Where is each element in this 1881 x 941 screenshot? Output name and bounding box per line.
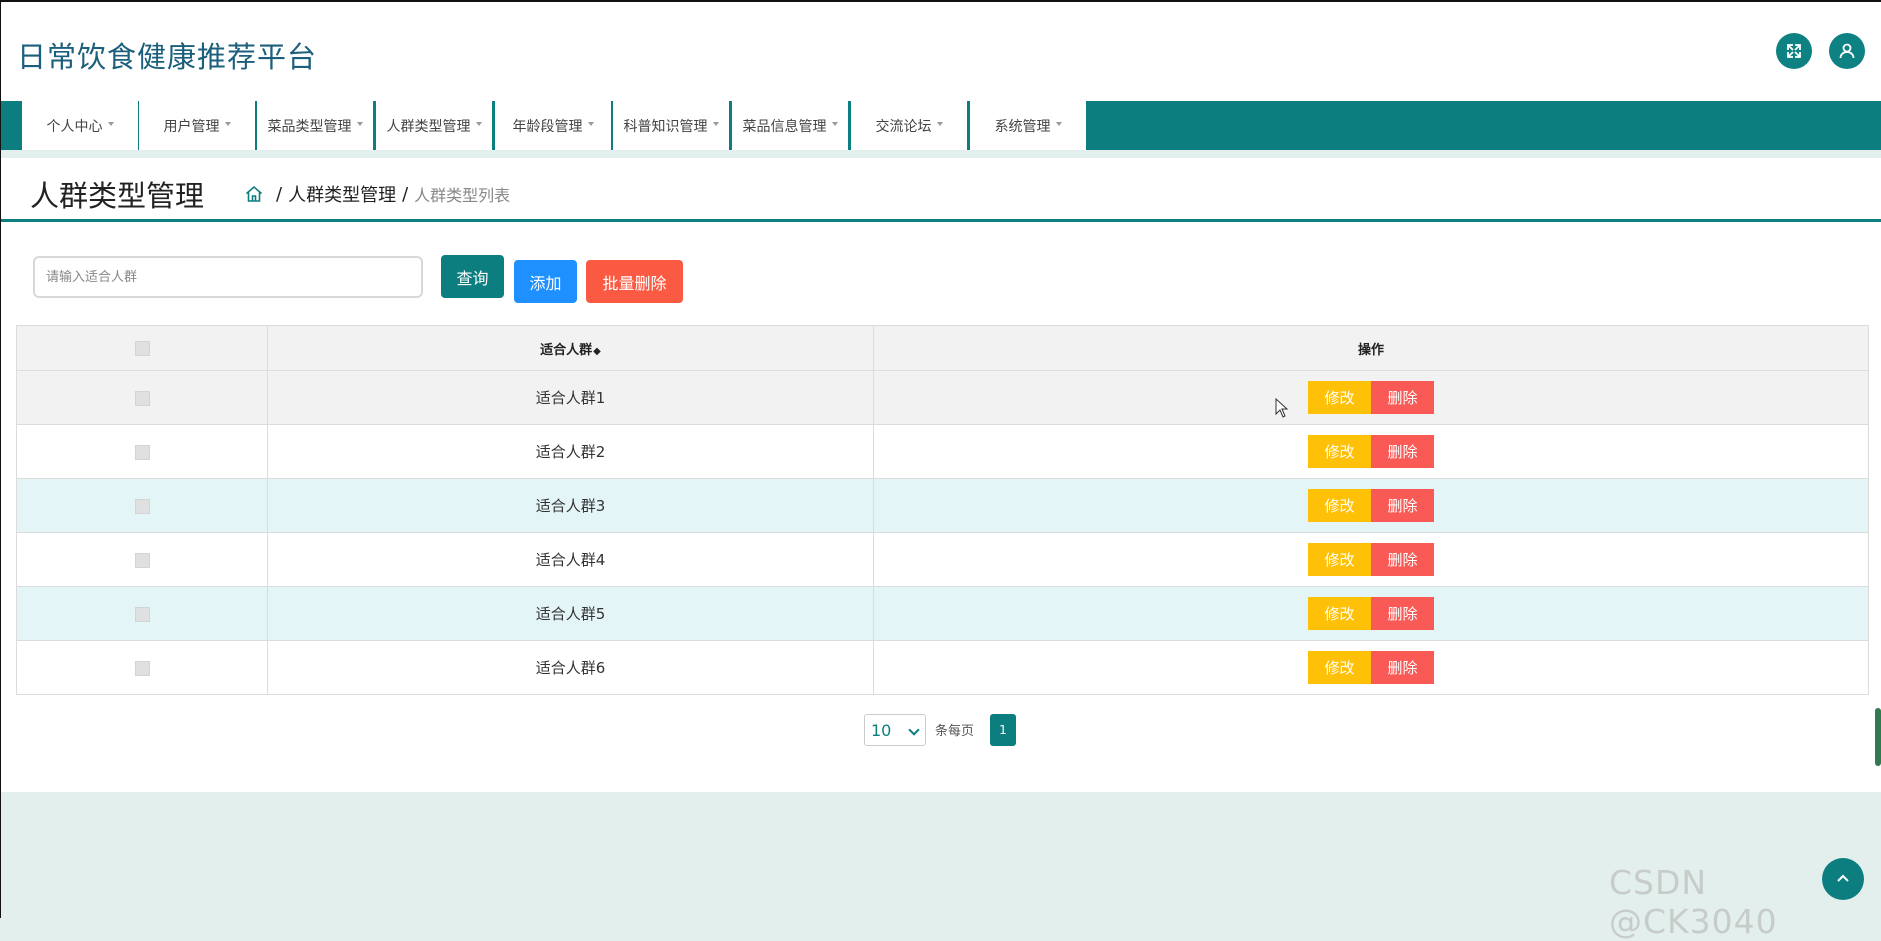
app-title: 日常饮食健康推荐平台 (17, 40, 318, 74)
arrow-up-icon (1837, 874, 1849, 882)
edit-button[interactable]: 修改 (1308, 651, 1371, 684)
row-actions: 修改 删除 (873, 532, 1869, 587)
row-checkbox[interactable] (134, 552, 150, 568)
caret-down-icon (831, 121, 838, 126)
caret-down-icon (356, 121, 363, 126)
row-checkbox[interactable] (134, 444, 150, 460)
row-select-cell (16, 532, 268, 587)
delete-button[interactable]: 删除 (1371, 597, 1434, 630)
delete-button[interactable]: 删除 (1371, 435, 1434, 468)
row-name: 适合人群2 (267, 424, 874, 479)
back-to-top-button[interactable] (1822, 858, 1864, 900)
batch-delete-button[interactable]: 批量删除 (586, 260, 683, 303)
caret-down-icon (587, 121, 594, 126)
nav-spacer (0, 150, 1881, 158)
delete-button[interactable]: 删除 (1371, 489, 1434, 522)
fullscreen-button[interactable] (1776, 33, 1812, 69)
caret-down-icon (475, 121, 482, 126)
page-title: 人群类型管理 (30, 179, 205, 213)
breadcrumb-separator: / (276, 183, 283, 205)
actions-column-header: 操作 (873, 325, 1869, 371)
nav-item-personal-center[interactable]: 个人中心 (22, 101, 139, 150)
breadcrumb-current: 人群类型列表 (414, 186, 511, 205)
nav-item-forum[interactable]: 交流论坛 (851, 101, 968, 150)
nav-item-science-knowledge-management[interactable]: 科普知识管理 (613, 101, 730, 150)
sort-icon[interactable]: ◆ (593, 346, 601, 357)
breadcrumb: / 人群类型管理 / 人群类型列表 (244, 181, 510, 207)
caret-down-icon (712, 121, 719, 126)
title-divider (0, 219, 1881, 222)
row-name: 适合人群3 (267, 478, 874, 533)
table-row: 适合人群4 修改 删除 (16, 532, 1869, 587)
chevron-down-icon (908, 724, 920, 736)
table-row: 适合人群2 修改 删除 (16, 424, 1869, 479)
top-header: 日常饮食健康推荐平台 (0, 0, 1881, 101)
edit-button[interactable]: 修改 (1308, 597, 1371, 630)
user-icon (1839, 43, 1855, 59)
crowd-type-table: 适合人群◆ 操作 适合人群1 修改 删除 适合人群2 修改 删除 适合人群3 修改删… (16, 325, 1869, 695)
row-name: 适合人群1 (267, 370, 874, 425)
edit-button[interactable]: 修改 (1308, 543, 1371, 576)
row-checkbox[interactable] (134, 390, 150, 406)
table-row: 适合人群3 修改 删除 (16, 478, 1869, 533)
select-all-checkbox[interactable] (134, 340, 150, 356)
row-select-cell (16, 640, 268, 695)
row-actions: 修改 删除 (873, 586, 1869, 641)
caret-down-icon (224, 121, 231, 126)
nav-item-crowd-type-management[interactable]: 人群类型管理 (376, 101, 493, 150)
row-actions: 修改 删除 (873, 640, 1869, 695)
row-checkbox[interactable] (134, 498, 150, 514)
edit-button[interactable]: 修改 (1308, 381, 1371, 414)
name-column-header[interactable]: 适合人群◆ (267, 325, 874, 371)
user-profile-button[interactable] (1829, 33, 1865, 69)
row-checkbox[interactable] (134, 660, 150, 676)
home-icon[interactable] (244, 184, 264, 204)
table-row: 适合人群5 修改 删除 (16, 586, 1869, 641)
delete-button[interactable]: 删除 (1371, 543, 1434, 576)
table-header-row: 适合人群◆ 操作 (16, 325, 1869, 371)
caret-down-icon (107, 121, 114, 126)
row-select-cell (16, 424, 268, 479)
mouse-cursor-icon (1275, 398, 1289, 418)
page-size-select[interactable]: 10 (864, 714, 926, 746)
edit-button[interactable]: 修改 (1308, 435, 1371, 468)
nav-item-dish-type-management[interactable]: 菜品类型管理 (257, 101, 374, 150)
query-button[interactable]: 查询 (441, 255, 504, 298)
caret-down-icon (936, 121, 943, 126)
edit-button[interactable]: 修改 (1308, 489, 1371, 522)
delete-button[interactable]: 删除 (1371, 381, 1434, 414)
search-input[interactable] (33, 256, 423, 298)
row-name: 适合人群5 (267, 586, 874, 641)
per-page-label: 条每页 (935, 724, 975, 739)
nav-item-dish-info-management[interactable]: 菜品信息管理 (732, 101, 849, 150)
delete-button[interactable]: 删除 (1371, 651, 1434, 684)
breadcrumb-section[interactable]: 人群类型管理 (288, 181, 396, 207)
row-name: 适合人群6 (267, 640, 874, 695)
row-select-cell (16, 586, 268, 641)
main-panel: 人群类型管理 / 人群类型管理 / 人群类型列表 查询 添加 批量删除 适合人群… (0, 158, 1881, 792)
nav-item-age-group-management[interactable]: 年龄段管理 (495, 101, 612, 150)
breadcrumb-separator: / (402, 183, 409, 205)
page-size-value: 10 (871, 720, 892, 740)
add-button[interactable]: 添加 (514, 260, 577, 303)
scrollbar-thumb[interactable] (1875, 708, 1881, 766)
row-select-cell (16, 370, 268, 425)
row-checkbox[interactable] (134, 606, 150, 622)
row-actions: 修改 删除 (873, 424, 1869, 479)
nav-item-system-management[interactable]: 系统管理 (970, 101, 1087, 150)
page-number-button[interactable]: 1 (990, 714, 1016, 746)
row-name: 适合人群4 (267, 532, 874, 587)
table-row: 适合人群1 修改 删除 (16, 370, 1869, 425)
table-row: 适合人群6 修改 删除 (16, 640, 1869, 695)
row-actions: 修改 删除 (873, 478, 1869, 533)
select-all-header (16, 325, 268, 371)
main-nav: 个人中心 用户管理 菜品类型管理 人群类型管理 年龄段管理 科普知识管理 菜品信… (0, 101, 1881, 150)
row-select-cell (16, 478, 268, 533)
nav-item-user-management[interactable]: 用户管理 (139, 101, 256, 150)
caret-down-icon (1055, 121, 1062, 126)
row-actions: 修改 删除 (873, 370, 1869, 425)
fullscreen-icon (1787, 44, 1801, 58)
